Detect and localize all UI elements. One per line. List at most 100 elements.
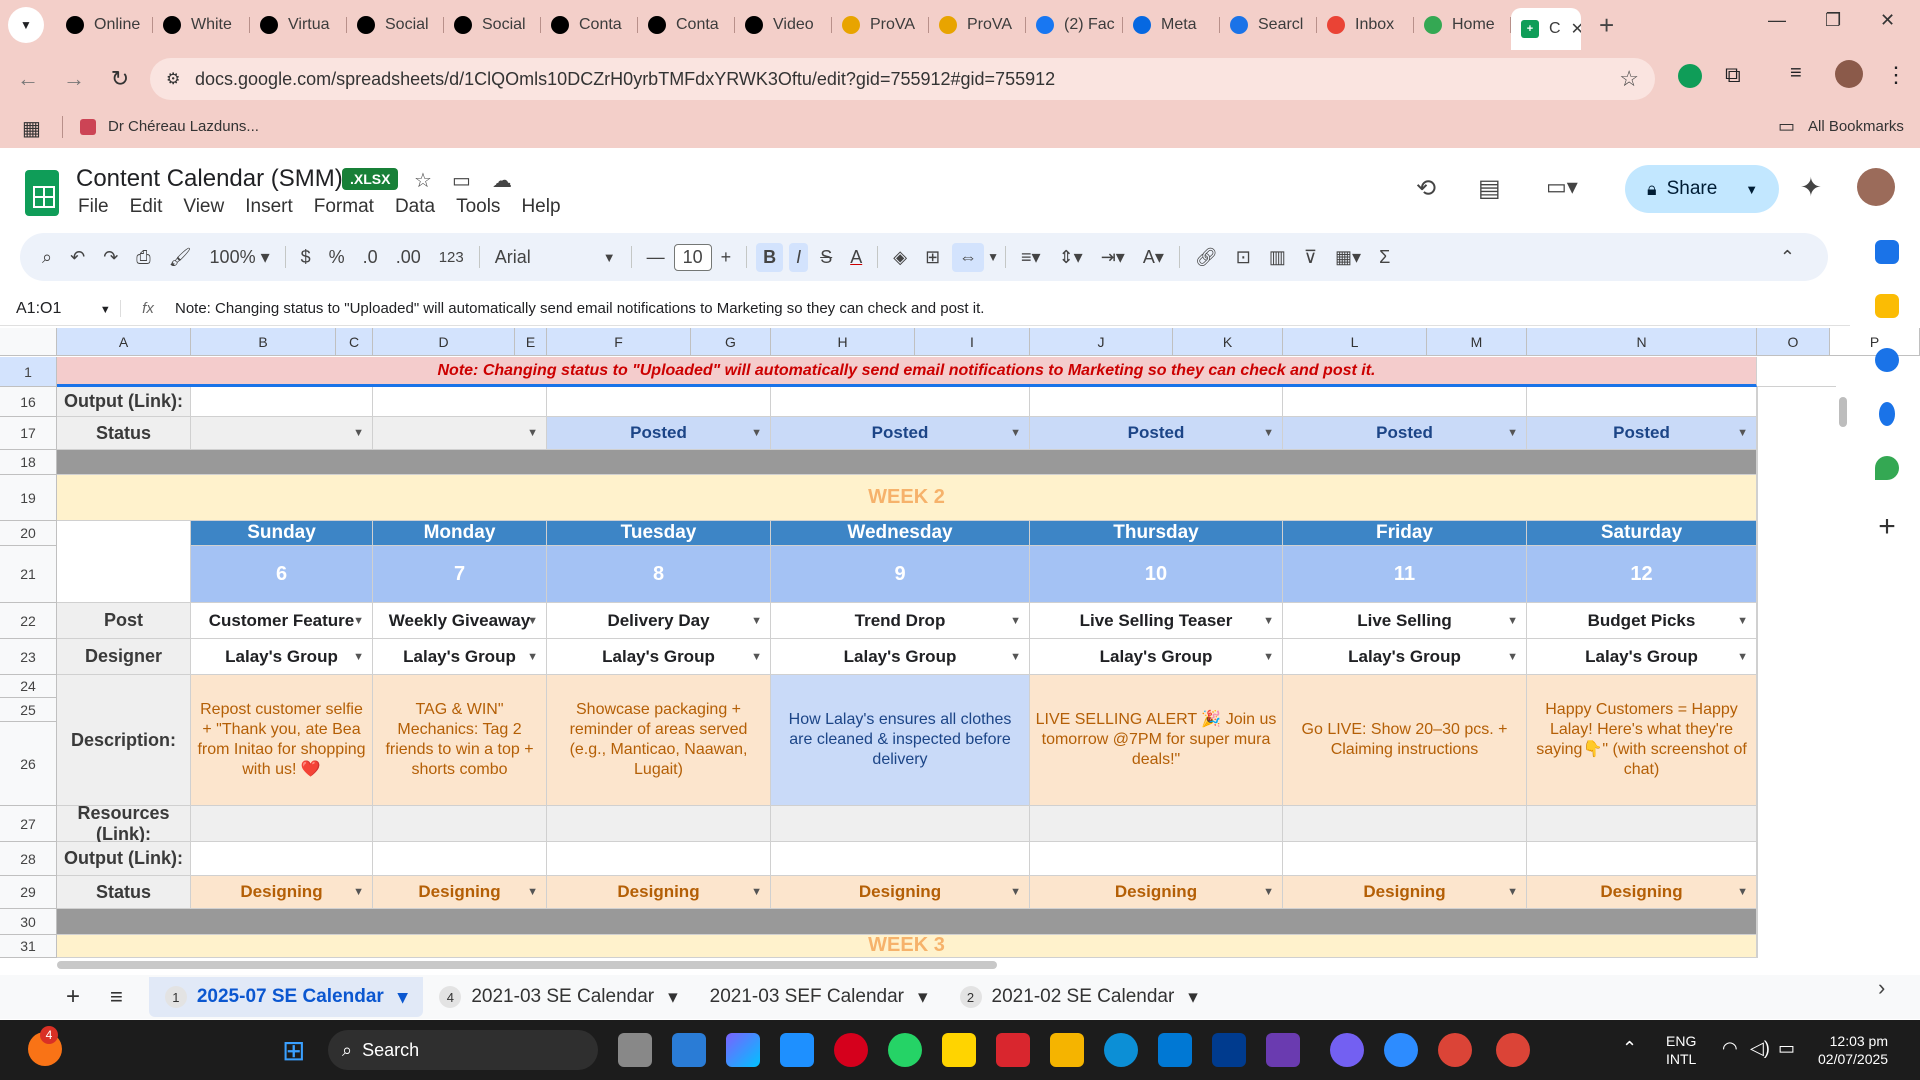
row-header[interactable]: 26 <box>0 722 57 806</box>
redo-icon[interactable]: ↷ <box>103 247 118 268</box>
start-icon[interactable]: ⊞ <box>282 1034 305 1067</box>
calendar-icon[interactable] <box>1875 240 1899 264</box>
dropdown-arrow-icon[interactable]: ▼ <box>1507 427 1518 439</box>
row-header[interactable]: 24 <box>0 675 57 698</box>
chrome-profile-icon[interactable] <box>1496 1033 1530 1067</box>
description-cell[interactable]: Showcase packaging + reminder of areas s… <box>547 675 771 806</box>
browser-tab[interactable]: ProVA <box>832 7 929 43</box>
insert-chart-icon[interactable]: ▥ <box>1269 247 1286 268</box>
media-icon[interactable]: ≡ <box>1790 62 1802 85</box>
horizontal-scrollbar[interactable] <box>57 958 1837 972</box>
browser-tab[interactable]: ProVA <box>929 7 1026 43</box>
row-header[interactable]: 18 <box>0 450 57 475</box>
percent-button[interactable]: % <box>329 247 345 268</box>
increase-decimal-button[interactable]: .00 <box>396 247 421 268</box>
number-format-button[interactable]: 123 <box>439 249 464 266</box>
resources-cell[interactable] <box>373 806 547 842</box>
font-size-input[interactable]: 10 <box>673 243 712 271</box>
font-size-decrease-button[interactable]: — <box>647 247 665 268</box>
sheet-tab[interactable]: 1 2025-07 SE Calendar ▾ <box>148 977 424 1017</box>
vertical-scrollbar[interactable] <box>1836 357 1850 957</box>
column-header[interactable]: M <box>1427 328 1527 356</box>
column-p-area[interactable] <box>1757 387 1835 958</box>
dropdown-arrow-icon[interactable]: ▼ <box>353 886 364 898</box>
output-link-cell[interactable] <box>373 387 547 417</box>
output-link-cell[interactable] <box>1283 387 1527 417</box>
taskbar-search[interactable]: ⌕ Search <box>328 1030 598 1070</box>
column-header[interactable]: C <box>336 328 373 356</box>
resources-cell[interactable] <box>1030 806 1283 842</box>
sheet-tab[interactable]: 4 2021-03 SE Calendar ▾ <box>423 977 693 1017</box>
skype-icon[interactable] <box>1158 1033 1192 1067</box>
share-dropdown-icon[interactable]: ▼ <box>1745 182 1758 197</box>
description-cell[interactable]: Go LIVE: Show 20–30 pcs. + Claiming inst… <box>1283 675 1527 806</box>
status-cell[interactable]: Posted ▼ <box>1283 417 1527 450</box>
menu-format[interactable]: Format <box>314 196 374 218</box>
dropdown-arrow-icon[interactable]: ▼ <box>1507 886 1518 898</box>
description-cell[interactable]: Repost customer selfie + "Thank you, ate… <box>191 675 373 806</box>
dropdown-arrow-icon[interactable]: ▼ <box>1263 651 1274 663</box>
output-link-cell[interactable] <box>373 842 547 876</box>
file-explorer-icon[interactable] <box>1050 1033 1084 1067</box>
note-cell[interactable]: Note: Changing status to "Uploaded" will… <box>57 357 1757 387</box>
copilot-icon[interactable] <box>726 1033 760 1067</box>
dropdown-arrow-icon[interactable]: ▼ <box>751 886 762 898</box>
post-type-cell[interactable]: Trend Drop ▼ <box>771 603 1030 639</box>
designer-cell[interactable]: Lalay's Group ▼ <box>771 639 1030 675</box>
column-header[interactable]: D <box>373 328 515 356</box>
row-header[interactable]: 30 <box>0 909 57 935</box>
designer-cell[interactable]: Lalay's Group ▼ <box>1283 639 1527 675</box>
gemini-icon[interactable]: ✦ <box>1800 172 1822 203</box>
formula-input[interactable]: Note: Changing status to "Uploaded" will… <box>175 300 984 317</box>
vertical-align-icon[interactable]: ⇕▾ <box>1059 247 1083 268</box>
show-hidden-icons[interactable]: ⌃ <box>1622 1038 1637 1059</box>
resources-cell[interactable] <box>191 806 373 842</box>
language-indicator[interactable]: ENG INTL <box>1666 1032 1696 1068</box>
row-header[interactable]: 21 <box>0 546 57 603</box>
insert-comment-icon[interactable]: ⊡ <box>1236 247 1251 268</box>
sticky-notes-icon[interactable] <box>942 1033 976 1067</box>
output-link-cell[interactable] <box>771 842 1030 876</box>
row-header[interactable]: 27 <box>0 806 57 842</box>
text-color-icon[interactable]: A <box>850 247 862 268</box>
column-header[interactable]: A <box>57 328 191 356</box>
puzzle-icon[interactable]: ⧉ <box>1725 62 1741 88</box>
url-bar[interactable]: ⚙ docs.google.com/spreadsheets/d/1ClQOml… <box>150 58 1655 100</box>
post-type-cell[interactable]: Delivery Day ▼ <box>547 603 771 639</box>
status-cell[interactable]: Designing ▼ <box>1030 876 1283 909</box>
filter-icon[interactable]: ⊽ <box>1304 247 1317 268</box>
status-cell[interactable]: Posted ▼ <box>1527 417 1757 450</box>
browser-tab[interactable]: Home <box>1414 7 1511 43</box>
scroll-thumb[interactable] <box>57 961 997 969</box>
description-cell[interactable]: Happy Customers = Happy Lalay! Here's wh… <box>1527 675 1757 806</box>
show-side-panel-icon[interactable]: › <box>1878 975 1885 1001</box>
dropdown-arrow-icon[interactable]: ▼ <box>353 615 364 627</box>
apps-grid-icon[interactable]: ▦ <box>22 116 41 141</box>
row-header[interactable]: 31 <box>0 935 57 958</box>
post-type-cell[interactable]: Weekly Giveaway ▼ <box>373 603 547 639</box>
browser-tab[interactable]: Video <box>735 7 832 43</box>
row-header[interactable]: 1 <box>0 357 57 387</box>
keep-icon[interactable] <box>1875 294 1899 318</box>
output-link-cell[interactable] <box>191 842 373 876</box>
tab-active-sheets[interactable]: + C ✕ <box>1511 8 1581 50</box>
insert-link-icon[interactable]: 🔗︎ <box>1195 247 1218 268</box>
dropdown-arrow-icon[interactable]: ▼ <box>1507 615 1518 627</box>
paint-format-icon[interactable]: 🖌︎ <box>169 247 192 268</box>
column-header[interactable]: I <box>915 328 1030 356</box>
dropdown-arrow-icon[interactable]: ▼ <box>1263 427 1274 439</box>
comments-icon[interactable]: ▤ <box>1478 174 1501 203</box>
designer-cell[interactable]: Lalay's Group ▼ <box>1030 639 1283 675</box>
post-type-cell[interactable]: Live Selling Teaser ▼ <box>1030 603 1283 639</box>
status-cell[interactable]: Designing ▼ <box>547 876 771 909</box>
post-type-cell[interactable]: Budget Picks ▼ <box>1527 603 1757 639</box>
share-button[interactable]: 🔒︎ Share ▼ <box>1625 165 1779 213</box>
snipping-tool-icon[interactable] <box>672 1033 706 1067</box>
column-header[interactable]: L <box>1283 328 1427 356</box>
text-rotation-icon[interactable]: A▾ <box>1143 247 1164 268</box>
tasks-icon[interactable] <box>1875 348 1899 372</box>
status-cell[interactable]: Posted ▼ <box>547 417 771 450</box>
menu-insert[interactable]: Insert <box>245 196 293 218</box>
dropdown-arrow-icon[interactable]: ▼ <box>1010 886 1021 898</box>
browser-tab[interactable]: Inbox <box>1317 7 1414 43</box>
